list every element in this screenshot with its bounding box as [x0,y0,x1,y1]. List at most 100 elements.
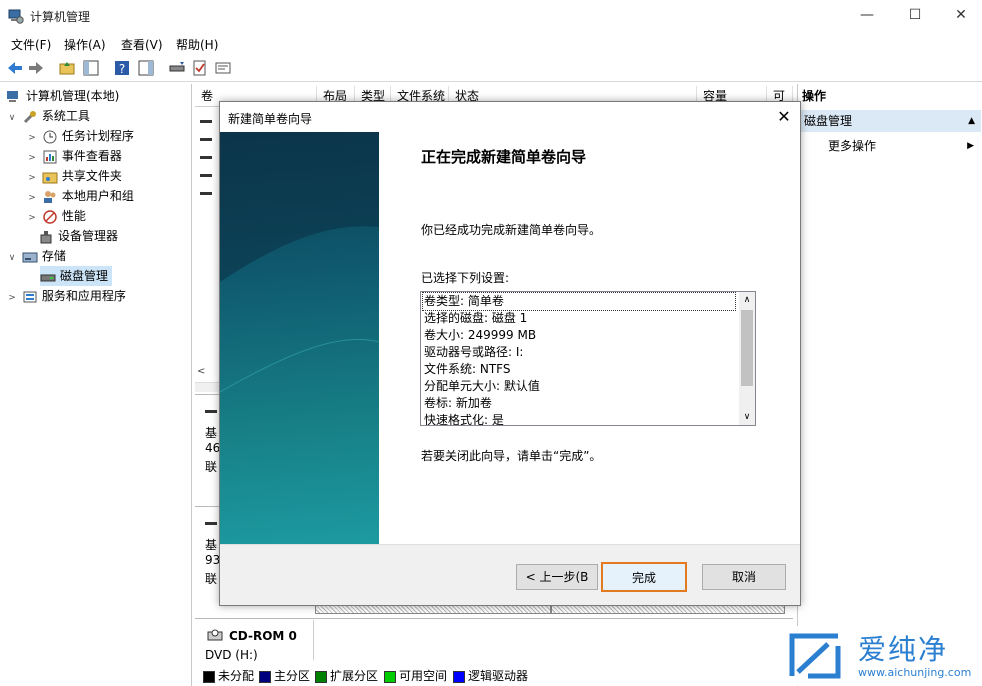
clock-icon [42,129,58,145]
settings-list-item[interactable]: 分配单元大小: 默认值 [423,378,735,395]
window-title: 计算机管理 [30,10,91,24]
close-button[interactable]: ✕ [938,0,982,32]
chevron-down-icon[interactable]: ∨ [6,108,18,128]
menu-action[interactable]: 操作(A) [64,36,106,53]
menu-help[interactable]: 帮助(H) [176,36,218,53]
settings-list-item[interactable]: 驱动器号或路径: I: [423,344,735,361]
menu-bar: 文件(F) 操作(A) 查看(V) 帮助(H) [0,32,982,54]
checklist-icon[interactable] [191,59,209,77]
dialog-title-bar: 新建简单卷向导 ✕ [220,102,800,132]
settings-list-item[interactable]: 卷大小: 249999 MB [423,327,735,344]
tree-item-device-manager[interactable]: 设备管理器 [38,226,118,246]
settings-list: 卷类型: 简单卷 选择的磁盘: 磁盘 1 卷大小: 249999 MB 驱动器号或路径… [422,292,736,425]
collapse-up-icon[interactable]: ▲ [968,110,975,132]
dialog-title: 新建简单卷向导 [228,112,313,126]
watermark-url: www.aichunjing.com [858,666,972,679]
legend-free-space: 可用空间 [384,667,447,684]
svg-text:?: ? [119,62,125,76]
chevron-right-icon[interactable]: > [26,148,38,168]
settings-list-item[interactable]: 卷类型: 简单卷 [422,292,736,311]
up-folder-icon[interactable] [58,59,76,77]
chevron-right-icon[interactable]: > [26,168,38,188]
settings-list-item[interactable]: 卷标: 新加卷 [423,395,735,412]
properties-icon[interactable] [214,59,232,77]
performance-icon [42,209,58,225]
settings-list-item[interactable]: 快速格式化: 是 [423,412,735,425]
more-actions-item[interactable]: 更多操作 ▶ [828,136,978,156]
back-button[interactable]: < 上一步(B [516,564,598,590]
tree-item-shared-folders[interactable]: > 共享文件夹 [26,166,122,186]
maximize-button[interactable]: ☐ [892,0,938,32]
chevron-right-icon[interactable]: > [26,188,38,208]
tree-item-storage[interactable]: ∨ 存储 [6,246,66,266]
legend-swatch [384,670,396,683]
menu-file[interactable]: 文件(F) [11,36,51,53]
show-hide-action-pane-icon[interactable] [137,59,155,77]
cdrom-name: CD-ROM 0 [229,629,297,643]
show-hide-tree-icon[interactable] [82,59,100,77]
legend-swatch [453,670,465,683]
legend-extended: 扩展分区 [315,667,378,684]
disk-icon [40,269,56,285]
device-manager-icon [38,229,54,245]
back-arrow-icon[interactable] [6,59,24,77]
chevron-right-icon[interactable]: > [26,128,38,148]
tree-item-disk-management[interactable]: 磁盘管理 [40,266,113,286]
settings-listbox[interactable]: 卷类型: 简单卷 选择的磁盘: 磁盘 1 卷大小: 249999 MB 驱动器号或路径… [420,291,756,426]
minimize-button[interactable]: — [844,0,890,32]
tree-item-event-viewer[interactable]: > 事件查看器 [26,146,122,166]
divider [195,618,793,619]
tree-item-local-users[interactable]: > 本地用户和组 [26,186,134,206]
disk-b-status: 联 [205,572,218,586]
volume-row-icons [199,112,213,202]
settings-list-item[interactable]: 选择的磁盘: 磁盘 1 [423,310,735,327]
settings-list-item[interactable]: 文件系统: NTFS [423,361,735,378]
menu-view[interactable]: 查看(V) [121,36,163,53]
scrollbar-thumb[interactable] [741,310,753,386]
disk-icon [205,522,217,525]
chevron-right-icon[interactable]: > [6,288,18,308]
close-hint-text: 若要关闭此向导，请单击“完成”。 [421,449,602,463]
tree-item-system-tools[interactable]: ∨ 系统工具 [6,106,90,126]
wizard-success-text: 你已经成功完成新建简单卷向导。 [421,223,602,237]
tree-item-services-apps[interactable]: > 服务和应用程序 [6,286,126,306]
watermark-logo-icon [789,633,841,679]
legend-swatch [315,670,327,683]
chevron-right-icon[interactable]: > [26,208,38,228]
disk-b-size: 93 [205,553,221,567]
disk-b-label: 基 [205,538,218,552]
scroll-up-icon[interactable]: ∧ [739,292,755,308]
console-tree: 计算机管理(本地) ∨ 系统工具 > 任务计划程序 > 事件查看器 > 共享文件… [0,84,192,686]
actions-pane: 操作 磁盘管理 ▲ 更多操作 ▶ [797,84,982,686]
disk-a-size: 46 [205,441,221,455]
divider [313,620,314,660]
services-icon [22,289,38,305]
computer-management-icon [6,89,22,105]
vertical-scrollbar[interactable]: ∧ ∨ [739,292,755,425]
dialog-footer: < 上一步(B 完成 取消 [220,544,800,605]
legend-primary: 主分区 [259,667,310,684]
watermark-brand: 爱纯净 [858,633,949,666]
dialog-close-icon[interactable]: ✕ [772,106,796,128]
shared-folder-icon [42,169,58,185]
watermark: 爱纯净 www.aichunjing.com [778,626,982,686]
banner-wave-decoration [219,132,380,393]
scroll-down-icon[interactable]: ∨ [739,409,755,425]
users-icon [42,189,58,205]
legend-unallocated: 未分配 [203,667,254,684]
title-bar: 计算机管理 — ☐ ✕ [0,0,982,32]
actions-section-disk-management[interactable]: 磁盘管理 ▲ [800,110,981,132]
scroll-left-icon[interactable]: < [197,366,217,382]
actions-header: 操作 [802,89,827,103]
cancel-button[interactable]: 取消 [702,564,786,590]
help-icon[interactable]: ? [113,59,131,77]
forward-arrow-icon[interactable] [27,59,45,77]
disk-a-status: 联 [205,460,218,474]
tree-item-performance[interactable]: > 性能 [26,206,86,226]
chevron-down-icon[interactable]: ∨ [6,248,18,268]
new-simple-volume-wizard: 新建简单卷向导 ✕ 正在完成新建简单卷向导 你已经成功完成新建简单卷向导。 已选… [219,101,801,606]
tree-item-task-scheduler[interactable]: > 任务计划程序 [26,126,134,146]
connect-disk-icon[interactable] [168,59,186,77]
finish-button[interactable]: 完成 [601,562,687,592]
tree-item-root[interactable]: 计算机管理(本地) [6,86,119,106]
